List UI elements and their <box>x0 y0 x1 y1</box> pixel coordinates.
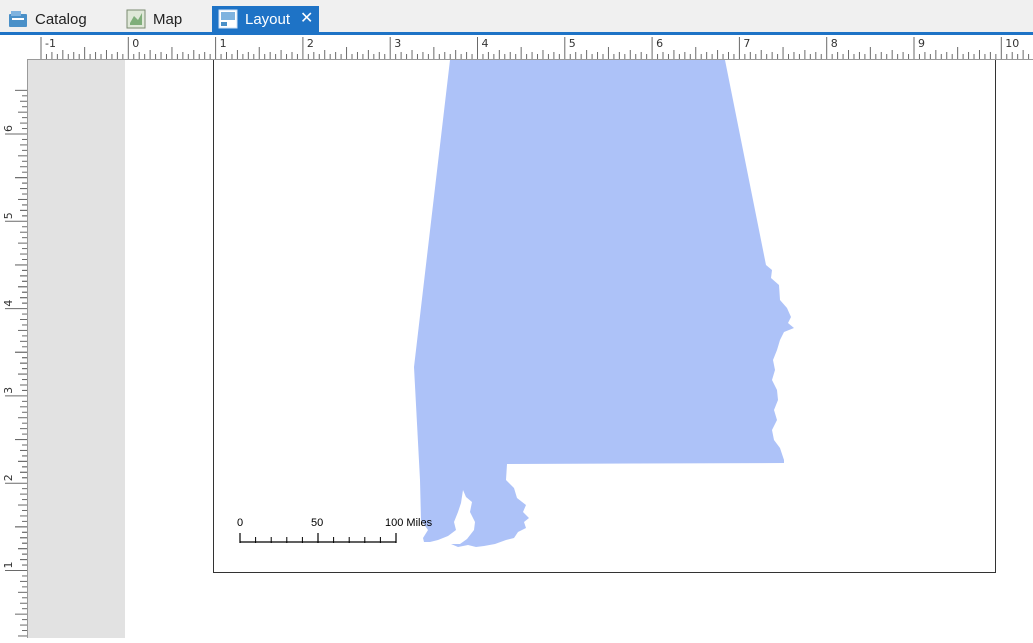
map-icon <box>126 9 146 29</box>
horizontal-ruler-ticks: -1 0 1 2 3 4 5 6 7 8 9 10 <box>40 37 1030 59</box>
map-frame[interactable] <box>213 60 996 573</box>
scale-bar-graphic <box>239 533 397 543</box>
horizontal-ruler[interactable]: -1 0 1 2 3 4 5 6 7 8 9 10 <box>0 35 1033 60</box>
tab-map[interactable]: Map <box>126 6 182 32</box>
close-icon[interactable]: ✕ <box>300 11 313 27</box>
layout-icon <box>218 9 238 29</box>
vertical-ruler-ticks: 6 5 4 3 2 1 <box>2 89 27 637</box>
ruler-label: 6 <box>656 37 663 50</box>
tab-catalog-label: Catalog <box>35 10 87 28</box>
ruler-label: 1 <box>220 37 227 50</box>
ruler-label: 10 <box>1005 37 1019 50</box>
tab-map-label: Map <box>153 10 183 28</box>
ruler-label: -1 <box>45 37 56 50</box>
ruler-label: 5 <box>569 37 576 50</box>
ruler-label: 1 <box>2 562 15 569</box>
ruler-label: 6 <box>2 125 15 132</box>
ruler-label: 4 <box>2 300 15 307</box>
ruler-label: 2 <box>307 37 314 50</box>
ruler-label: 0 <box>132 37 139 50</box>
alabama-state-shape[interactable] <box>214 60 995 572</box>
tab-catalog[interactable]: Catalog <box>8 6 87 32</box>
ruler-label: 2 <box>2 474 15 481</box>
ruler-corner <box>0 35 27 59</box>
page-margin-area <box>28 60 125 638</box>
catalog-icon <box>8 9 28 29</box>
ruler-label: 8 <box>831 37 838 50</box>
tab-bar: Catalog Map Layout ✕ <box>0 0 1033 32</box>
ruler-label: 7 <box>743 37 750 50</box>
ruler-label: 5 <box>2 212 15 219</box>
tab-layout-label: Layout <box>245 10 291 28</box>
ruler-label: 3 <box>2 387 15 394</box>
vertical-ruler[interactable]: 6 5 4 3 2 1 <box>0 59 28 638</box>
scale-bar[interactable]: 0 50 100 Miles <box>233 515 473 551</box>
ruler-label: 3 <box>394 37 401 50</box>
ruler-label: 4 <box>482 37 489 50</box>
ruler-label: 9 <box>918 37 925 50</box>
tab-layout[interactable]: Layout ✕ <box>212 6 320 32</box>
